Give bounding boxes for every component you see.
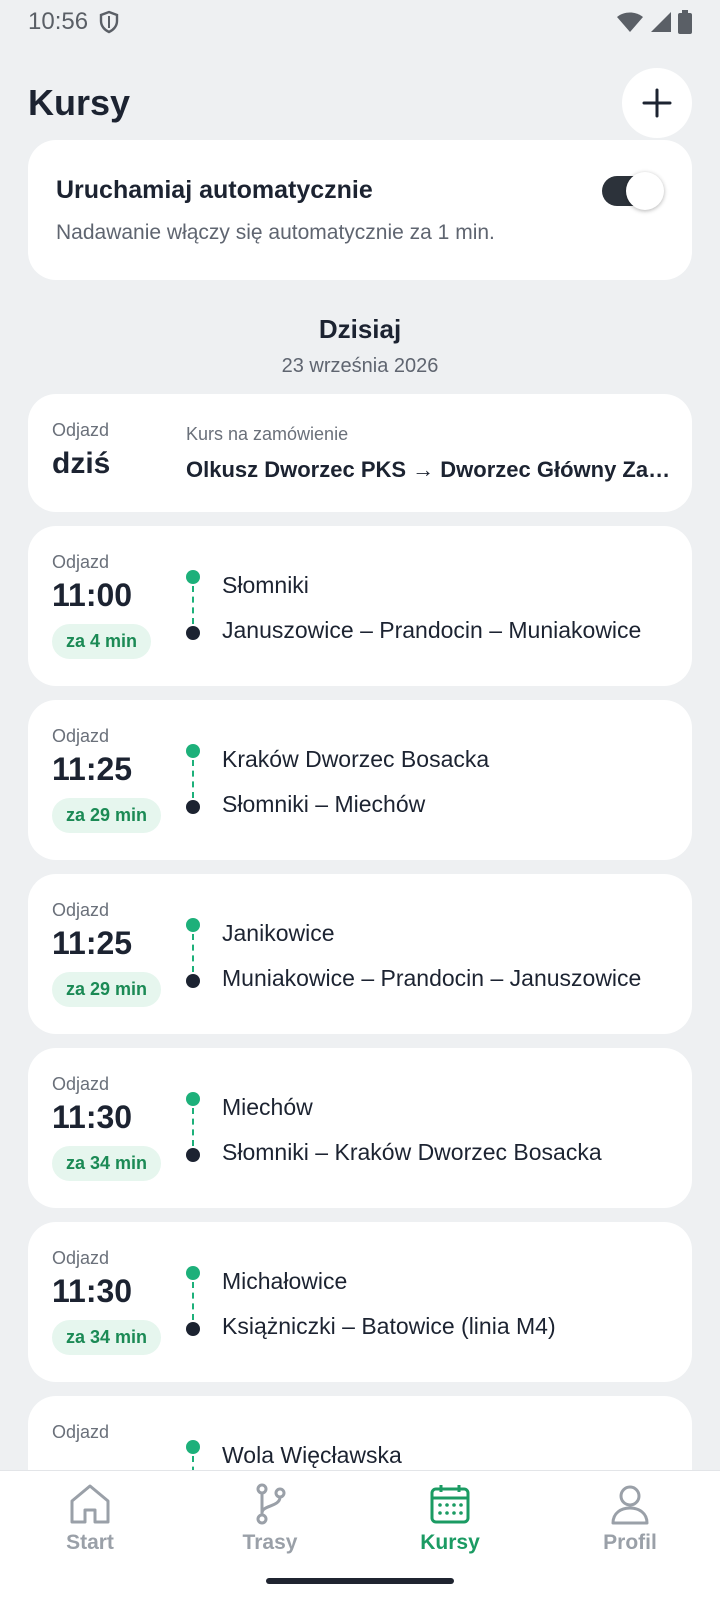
eta-badge: za 29 min [52,798,162,833]
day-title: Dzisiaj [318,314,402,344]
trip-card[interactable]: Odjazd 11:25 za 29 min Kraków Dworzec Bo… [28,700,692,860]
departure-label: Odjazd [52,726,110,746]
trip-route-info: Miechów Słomniki – Kraków Dworzec Bosack… [222,1094,664,1166]
trip-via: Januszowice – Prandocin – Muniakowice [222,617,642,643]
status-time: 10:56 [28,8,89,35]
home-icon [70,1484,110,1524]
nav-profile[interactable]: Profil [560,1483,700,1600]
trip-card[interactable]: Odjazd 11:30 za 34 min Miechów Słomniki … [28,1048,692,1208]
status-right [616,10,692,34]
trip-destination: Michałowice [222,1268,348,1294]
route-line-icon [186,1440,200,1470]
trip-destination: Wola Więcławska [222,1442,402,1468]
departure-label: Odjazd [52,420,110,440]
auto-start-toggle[interactable] [602,172,664,210]
eta-badge: za 34 min [52,1320,162,1355]
status-bar: 10:56 [0,0,720,44]
trip-route: Olkusz Dworzec PKS → Dworzec Główny Zach… [186,457,672,482]
nav-start[interactable]: Start [20,1483,160,1600]
departure-time: 11:30 [52,1273,133,1309]
departure-time: 11:30 [52,1099,133,1135]
route-line-icon [186,570,200,640]
trip-departure: Odjazd [52,1422,109,1443]
departure-label: Odjazd [52,1422,110,1442]
trip-card[interactable]: Odjazd Wola Więcławska [28,1396,692,1470]
user-icon [611,1485,649,1525]
auto-start-title: Uruchamiaj automatycznie [56,176,373,204]
eta-badge: za 4 min [52,624,152,659]
trip-via: Muniakowice – Prandocin – Januszowice [222,965,642,991]
trip-destination: Miechów [222,1094,313,1120]
nav-routes-label: Trasy [242,1531,298,1554]
nav-profile-label: Profil [603,1531,657,1554]
shield-icon [99,10,119,34]
auto-start-description: Nadawanie włączy się automatycznie za 1 … [56,221,495,244]
signal-icon [651,12,671,32]
departure-label: Odjazd [52,1074,110,1094]
trip-card[interactable]: Odjazd 11:25 za 29 min Janikowice Muniak… [28,874,692,1034]
eta-badge: za 29 min [52,972,162,1007]
trip-card[interactable]: Odjazd 11:30 za 34 min Michałowice Książ… [28,1222,692,1382]
nav-trips-label: Kursy [420,1531,480,1554]
departure-day: dziś [52,447,111,480]
trips-scroll-area[interactable]: Uruchamiaj automatycznie Nadawanie włącz… [28,140,692,1470]
page-header: Kursy [28,68,692,138]
plus-icon [642,88,672,118]
ondemand-trip-card[interactable]: Odjazd dziś Kurs na zamówienie Olkusz Dw… [28,394,692,512]
ondemand-info: Kurs na zamówienie Olkusz Dworzec PKS → … [186,424,672,483]
trip-destination: Słomniki [222,572,309,598]
day-heading: Dzisiaj 23 września 2026 [28,314,692,378]
route-line-icon [186,1266,200,1336]
toggle-knob [626,172,664,210]
trip-card[interactable]: Odjazd 11:00 za 4 min Słomniki Januszowi… [28,526,692,686]
departure-label: Odjazd [52,552,110,572]
trip-destination: Janikowice [222,920,335,946]
eta-badge: za 34 min [52,1146,162,1181]
route-line-icon [186,744,200,814]
departure-time: 11:00 [52,577,133,613]
trip-route-info: Słomniki Januszowice – Prandocin – Munia… [222,572,664,644]
status-left: 10:56 [28,8,120,36]
trip-via: Książniczki – Batowice (linia M4) [222,1313,556,1339]
battery-icon [678,10,692,34]
trip-via: Słomniki – Miechów [222,791,426,817]
trip-departure: Odjazd 11:30 za 34 min [52,1074,162,1181]
trip-route-info: Wola Więcławska [222,1442,664,1469]
page-title: Kursy [28,82,131,123]
trip-via: Słomniki – Kraków Dworzec Bosacka [222,1139,602,1165]
ondemand-departure: Odjazd dziś [52,420,110,481]
home-indicator[interactable] [266,1578,454,1584]
route-line-icon [186,1092,200,1162]
trip-departure: Odjazd 11:30 za 34 min [52,1248,162,1355]
nav-start-label: Start [66,1531,114,1554]
trip-destination: Kraków Dworzec Bosacka [222,746,490,772]
trip-departure: Odjazd 11:25 za 29 min [52,900,162,1007]
branch-icon [256,1483,286,1525]
trip-type: Kurs na zamówienie [186,424,349,444]
wifi-icon [617,12,643,32]
departure-time: 11:25 [52,925,133,961]
trip-route-info: Michałowice Książniczki – Batowice (lini… [222,1268,664,1340]
departure-time: 11:25 [52,751,133,787]
departure-label: Odjazd [52,1248,110,1268]
auto-start-card: Uruchamiaj automatycznie Nadawanie włącz… [28,140,692,280]
trip-route-info: Kraków Dworzec Bosacka Słomniki – Miechó… [222,746,664,818]
trip-departure: Odjazd 11:00 za 4 min [52,552,152,659]
calendar-icon [430,1485,470,1524]
trip-route-info: Janikowice Muniakowice – Prandocin – Jan… [222,920,664,992]
departure-label: Odjazd [52,900,110,920]
day-date: 23 września 2026 [281,355,439,377]
route-line-icon [186,918,200,988]
add-trip-button[interactable] [622,68,692,138]
trip-departure: Odjazd 11:25 za 29 min [52,726,162,833]
